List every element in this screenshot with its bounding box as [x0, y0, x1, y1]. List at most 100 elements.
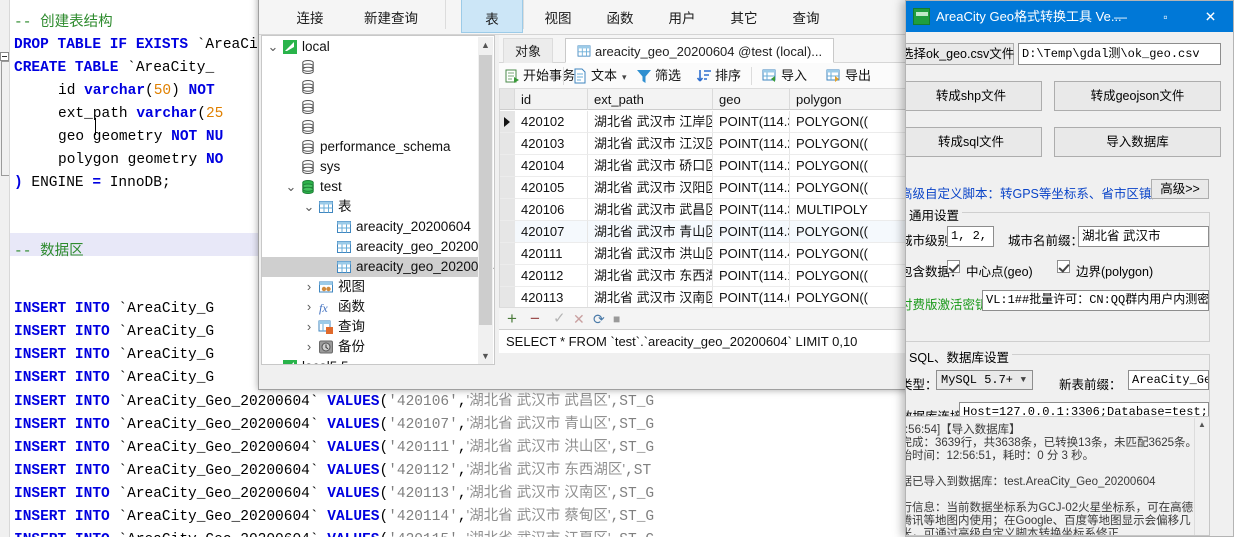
- scroll-down-icon[interactable]: ▼: [478, 348, 493, 365]
- maximize-button[interactable]: ▫: [1143, 1, 1188, 32]
- grid-toolbar-导出[interactable]: 导出: [825, 65, 871, 87]
- tree-node-test[interactable]: ⌄test: [262, 177, 478, 197]
- close-button[interactable]: ✕: [1188, 1, 1233, 32]
- grid-cell-polygon[interactable]: POLYGON((: [790, 111, 907, 133]
- grid-cell-id[interactable]: 420112: [515, 265, 588, 287]
- tree-node-sys[interactable]: sys: [262, 157, 478, 177]
- grid-cell-ext_path[interactable]: 湖北省 武汉市 硚口区: [588, 155, 713, 177]
- city-level-input[interactable]: 1, 2, 3, 4: [947, 226, 994, 247]
- convert-sql-button[interactable]: 转成sql文件: [905, 127, 1042, 157]
- grid-cell-polygon[interactable]: POLYGON((: [790, 243, 907, 265]
- grid-cell-ext_path[interactable]: 湖北省 武汉市 青山区: [588, 221, 713, 243]
- grid-column-header-geo[interactable]: geo: [713, 89, 790, 110]
- tree-node[interactable]: [262, 77, 478, 97]
- database-tree[interactable]: ⌄localperformance_schemasys⌄test⌄表areaci…: [261, 35, 495, 365]
- license-key-input[interactable]: VL:1##批量许可：CN:QQ群内用户内测密钥: [982, 290, 1209, 311]
- grid-column-header-ext_path[interactable]: ext_path: [588, 89, 713, 110]
- chevron-down-icon[interactable]: ⌄: [284, 177, 298, 197]
- grid-cell-ext_path[interactable]: 湖北省 武汉市 江岸区: [588, 111, 713, 133]
- grid-cell-geo[interactable]: POINT(114.3030: [713, 111, 790, 133]
- grid-cell-id[interactable]: 420111: [515, 243, 588, 265]
- tree-node-areacity_geo_20200604[interactable]: areacity_geo_20200604: [262, 257, 478, 277]
- tree-node-函数[interactable]: ›fx函数: [262, 297, 478, 317]
- grid-cell-ext_path[interactable]: 湖北省 武汉市 汉南区: [588, 287, 713, 307]
- areacity-geo-tool-window[interactable]: AreaCity Geo格式转换工具 Ve... — ▫ ✕ 选择ok_geo.…: [905, 0, 1234, 537]
- ribbon-button-查询[interactable]: 查询: [775, 0, 837, 33]
- chevron-down-icon[interactable]: ▾: [622, 72, 627, 82]
- grid-cell-ext_path[interactable]: 湖北省 武汉市 江汉区: [588, 133, 713, 155]
- ribbon-button-视图[interactable]: 视图: [527, 0, 589, 33]
- log-output[interactable]: [12:56:54]【导入数据库】已完成：3639行，共3638条，已转换13条…: [905, 416, 1210, 536]
- ribbon-button-连接[interactable]: 连接: [277, 0, 343, 33]
- csv-path-input[interactable]: D:\Temp\gdal测\ok_geo.csv: [1018, 43, 1221, 65]
- grid-column-header-polygon[interactable]: polygon: [790, 89, 907, 110]
- grid-cell-id[interactable]: 420106: [515, 199, 588, 221]
- row-selector[interactable]: [500, 243, 515, 265]
- scroll-up-icon[interactable]: ▲: [478, 37, 493, 54]
- grid-row[interactable]: 420112湖北省 武汉市 东西湖区POINT(114.1424POLYGON(…: [500, 265, 907, 287]
- grid-cell-geo[interactable]: POINT(114.2658: [713, 177, 790, 199]
- tool-title-bar[interactable]: AreaCity Geo格式转换工具 Ve... — ▫ ✕: [906, 1, 1233, 32]
- grid-cell-geo[interactable]: POINT(114.0812: [713, 287, 790, 307]
- ribbon-button-用户[interactable]: 用户: [651, 0, 713, 33]
- checkbox-boundary[interactable]: [1057, 260, 1070, 273]
- grid-cell-id[interactable]: 420105: [515, 177, 588, 199]
- tree-node[interactable]: [262, 97, 478, 117]
- grid-cell-polygon[interactable]: POLYGON((: [790, 265, 907, 287]
- ribbon-button-其它[interactable]: 其它: [713, 0, 775, 33]
- grid-row[interactable]: 420106湖北省 武汉市 武昌区POINT(114.3073MULTIPOLY: [500, 199, 907, 221]
- code-fold-toggle[interactable]: [0, 52, 9, 61]
- tree-node-areacity_20200604[interactable]: areacity_20200604: [262, 217, 478, 237]
- tree-node-performance_schema[interactable]: performance_schema: [262, 137, 478, 157]
- row-selector[interactable]: [500, 265, 515, 287]
- ribbon-button-函数[interactable]: fx函数: [589, 0, 651, 33]
- grid-cell-ext_path[interactable]: 湖北省 武汉市 武昌区: [588, 199, 713, 221]
- log-scroll-up-icon[interactable]: ▲: [1195, 418, 1209, 432]
- tree-node-local5.5[interactable]: local5.5: [262, 357, 478, 365]
- tree-node-视图[interactable]: ›视图: [262, 277, 478, 297]
- tree-scrollbar[interactable]: ▲ ▼: [478, 37, 493, 365]
- import-database-button[interactable]: 导入数据库: [1054, 127, 1221, 157]
- grid-cell-geo[interactable]: POINT(114.3970: [713, 221, 790, 243]
- city-prefix-input[interactable]: 湖北省 武汉市: [1078, 226, 1209, 247]
- ribbon-button-表[interactable]: 表: [461, 0, 523, 33]
- grid-cell-ext_path[interactable]: 湖北省 武汉市 洪山区: [588, 243, 713, 265]
- apply-change-icon[interactable]: ✓: [553, 311, 566, 327]
- tree-node-表[interactable]: ⌄表: [262, 197, 478, 217]
- grid-cell-polygon[interactable]: POLYGON((: [790, 155, 907, 177]
- discard-change-icon[interactable]: ✕: [573, 311, 585, 327]
- grid-cell-id[interactable]: 420102: [515, 111, 588, 133]
- grid-toolbar-开始事务[interactable]: 开始事务: [503, 65, 575, 87]
- grid-toolbar-排序[interactable]: 排序: [695, 65, 741, 87]
- object-tab-0[interactable]: 对象: [503, 38, 553, 63]
- tree-node[interactable]: [262, 57, 478, 77]
- row-selector[interactable]: [500, 199, 515, 221]
- row-selector[interactable]: [500, 155, 515, 177]
- ribbon-button-新建查询[interactable]: 新建查询: [347, 0, 435, 33]
- grid-column-header-id[interactable]: id: [515, 89, 588, 110]
- grid-row[interactable]: 420113湖北省 武汉市 汉南区POINT(114.0812POLYGON((: [500, 287, 907, 307]
- row-selector[interactable]: [500, 133, 515, 155]
- object-tab-1[interactable]: areacity_geo_20200604 @test (local)...: [565, 38, 834, 63]
- add-row-icon[interactable]: +: [507, 311, 517, 327]
- row-selector[interactable]: [500, 111, 515, 133]
- grid-row[interactable]: 420102湖北省 武汉市 江岸区POINT(114.3030POLYGON((: [500, 111, 907, 133]
- db-type-select[interactable]: MySQL 5.7+ ▼: [936, 370, 1033, 390]
- convert-geojson-button[interactable]: 转成geojson文件: [1054, 81, 1221, 111]
- tree-node-备份[interactable]: ›备份: [262, 337, 478, 357]
- row-selector[interactable]: [500, 287, 515, 307]
- grid-cell-polygon[interactable]: POLYGON((: [790, 133, 907, 155]
- grid-cell-geo[interactable]: POINT(114.1424: [713, 265, 790, 287]
- record-navigator[interactable]: + − ✓ ✕ ⟳ ■: [499, 307, 907, 329]
- grid-cell-ext_path[interactable]: 湖北省 武汉市 汉阳区: [588, 177, 713, 199]
- grid-row[interactable]: 420104湖北省 武汉市 硚口区POINT(114.2645POLYGON((: [500, 155, 907, 177]
- grid-toolbar-文本[interactable]: 文本▾: [571, 65, 627, 87]
- table-prefix-input[interactable]: AreaCity_Geo_: [1128, 370, 1209, 390]
- grid-toolbar-导入[interactable]: 导入: [761, 65, 807, 87]
- convert-shp-button[interactable]: 转成shp文件: [905, 81, 1042, 111]
- data-grid[interactable]: idext_pathgeopolygon 420102湖北省 武汉市 江岸区PO…: [499, 89, 907, 307]
- grid-cell-geo[interactable]: POINT(114.2831: [713, 133, 790, 155]
- tree-node-查询[interactable]: ›查询: [262, 317, 478, 337]
- select-csv-file-button[interactable]: 选择ok_geo.csv文件: [905, 43, 1014, 65]
- row-selector[interactable]: [500, 221, 515, 243]
